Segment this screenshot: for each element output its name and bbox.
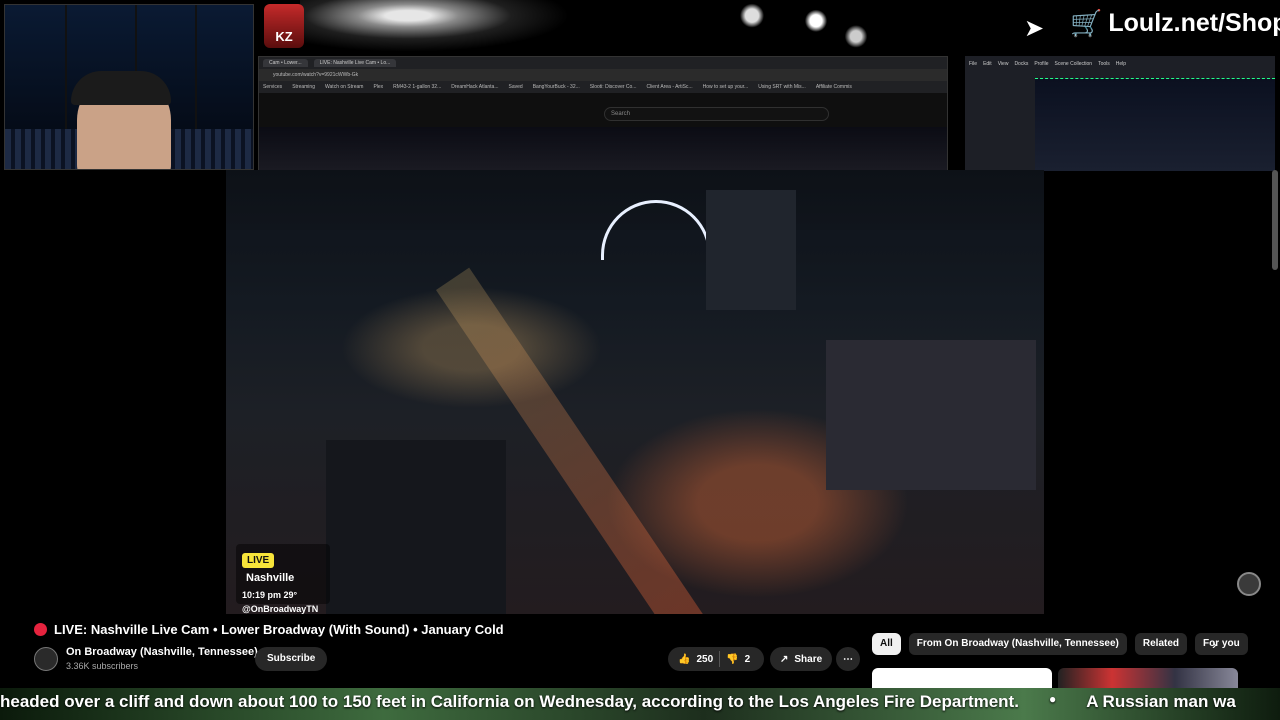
chevron-right-icon[interactable]: › xyxy=(1212,636,1217,652)
splash-droplets xyxy=(720,0,880,52)
obs-menu-item: Help xyxy=(1115,61,1127,67)
cursor-icon: ➤ xyxy=(1024,15,1045,42)
obs-menu-item: File xyxy=(969,61,978,67)
chip-related[interactable]: Related xyxy=(1134,633,1188,655)
chip-for-you[interactable]: For you xyxy=(1195,633,1248,655)
webcam-feed xyxy=(4,4,254,170)
ticker-item: A Russian man wa xyxy=(1086,692,1236,711)
bookmark: Using SRT with Mis... xyxy=(758,84,806,90)
obs-menu-item: Profile xyxy=(1034,61,1049,67)
page-scrollbar[interactable] xyxy=(1272,170,1278,270)
dislike-count[interactable]: 2 xyxy=(745,654,751,665)
channel-handle: @OnBroadwayTN xyxy=(242,604,319,614)
browser-video-scene xyxy=(259,127,947,170)
bridge-arch xyxy=(601,200,711,260)
more-button[interactable]: ⋯ xyxy=(836,647,860,671)
recommendation-chips: All From On Broadway (Nashville, Tenness… xyxy=(872,633,1248,655)
browser-search: Search xyxy=(604,107,829,121)
obs-menu-item: Tools xyxy=(1098,61,1110,67)
bookmark: DreamHack Atlanta... xyxy=(451,84,499,90)
channel-avatar[interactable] xyxy=(34,647,58,671)
obs-menu: File Edit View Docks Profile Scene Colle… xyxy=(965,56,1275,72)
obs-menu-item: Edit xyxy=(983,61,992,67)
temperature: 29° xyxy=(283,590,298,600)
obs-menu-item: Docks xyxy=(1014,61,1029,67)
bookmark: BangYourBuck - 32... xyxy=(532,84,580,90)
bookmark: RM43-2 1-gallon 32... xyxy=(393,84,442,90)
building xyxy=(826,340,1036,490)
share-label: Share xyxy=(794,653,823,665)
channel-name[interactable]: On Broadway (Nashville, Tennessee) xyxy=(66,646,258,658)
streamer-cap xyxy=(71,71,171,105)
shop-label: Loulz.net/Shop xyxy=(1108,9,1280,37)
obs-capture: File Edit View Docks Profile Scene Colle… xyxy=(965,56,1275,171)
like-count[interactable]: 250 xyxy=(696,654,713,665)
more-icon: ⋯ xyxy=(843,653,853,665)
location-card: LIVE Nashville 10:19 pm 29° @OnBroadwayT… xyxy=(236,544,330,614)
divider xyxy=(719,651,721,667)
bookmark: How to set up your... xyxy=(702,84,749,90)
bookmark: Slooti: Discover Co... xyxy=(589,84,637,90)
local-time: 10:19 pm xyxy=(242,590,282,600)
chip-all[interactable]: All xyxy=(872,633,901,655)
city-label: Nashville xyxy=(246,572,295,584)
like-dislike-group: 👍 250 👎 2 xyxy=(668,647,764,671)
splash-graphic xyxy=(300,0,570,52)
building xyxy=(326,440,506,614)
recommended-thumbnail[interactable] xyxy=(872,668,1052,688)
bookmarks-bar: Services Streaming Watch on Stream Plex … xyxy=(259,81,947,93)
bookmark: Client Area - ArtiSc... xyxy=(646,84,693,90)
ticker-item: headed over a cliff and down about 100 t… xyxy=(0,692,1019,711)
obs-preview xyxy=(1035,78,1275,171)
subscribe-button[interactable]: Subscribe xyxy=(255,647,328,671)
cart-icon: 🛒 xyxy=(1070,8,1103,38)
video-title: LIVE: Nashville Live Cam • Lower Broadwa… xyxy=(54,622,504,637)
ticker-separator: ● xyxy=(1048,692,1057,706)
badge-text: KZ xyxy=(275,29,293,44)
bookmark: Affiliate Commis xyxy=(815,84,852,90)
streamer-badge: KZ xyxy=(264,4,304,48)
recommended-thumbnail[interactable] xyxy=(1058,668,1238,688)
like-icon[interactable]: 👍 xyxy=(678,654,690,665)
bookmark: Plex xyxy=(373,84,384,90)
browser-tab: Cam • Lower... xyxy=(263,59,308,67)
browser-url: youtube.com/watch?v=9921cWWb-Gk xyxy=(259,69,947,81)
news-ticker: headed over a cliff and down about 100 t… xyxy=(0,688,1280,720)
chip-from-channel[interactable]: From On Broadway (Nashville, Tennessee) xyxy=(908,633,1127,655)
live-dot-icon xyxy=(34,623,47,636)
bookmark: Watch on Stream xyxy=(324,84,364,90)
bookmark: Streaming xyxy=(292,84,315,90)
obs-menu-item: View xyxy=(997,61,1009,67)
browser-capture: Cam • Lower... LIVE: Nashville Live Cam … xyxy=(258,56,948,171)
dislike-icon[interactable]: 👎 xyxy=(726,654,738,665)
subscriber-count: 3.36K subscribers xyxy=(66,661,139,671)
browser-tab: LIVE: Nashville Live Cam • Lo... xyxy=(313,59,397,67)
bookmark: Saved xyxy=(508,84,523,90)
obs-menu-item: Scene Collection xyxy=(1054,61,1093,67)
live-badge: LIVE xyxy=(242,553,275,568)
share-button[interactable]: ↗ Share xyxy=(770,647,832,671)
shop-link[interactable]: 🛒 Loulz.net/Shop xyxy=(1070,8,1280,39)
ticker-track: headed over a cliff and down about 100 t… xyxy=(0,692,1236,712)
video-player[interactable]: LIVE Nashville 10:19 pm 29° @OnBroadwayT… xyxy=(226,170,1044,614)
bookmark: Services xyxy=(263,84,283,90)
browser-tabs: Cam • Lower... LIVE: Nashville Live Cam … xyxy=(259,57,947,69)
share-icon: ↗ xyxy=(780,653,789,665)
channel-watermark[interactable] xyxy=(1237,572,1261,596)
building xyxy=(706,190,796,310)
